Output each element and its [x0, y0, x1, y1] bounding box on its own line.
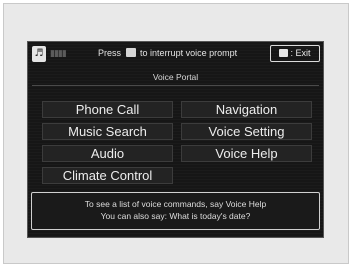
back-icon — [279, 49, 289, 57]
talk-button-icon — [125, 48, 136, 57]
signal-strength-icon: ▮▮▮▮ — [50, 49, 67, 59]
prompt-text-before: Press — [98, 48, 122, 58]
climate-control-button[interactable]: Climate Control — [42, 167, 173, 184]
voice-command-hint: To see a list of voice commands, say Voi… — [31, 192, 320, 230]
voice-portal-screen: ♬ ▮▮▮▮ Press to interrupt voice prompt :… — [27, 41, 324, 238]
phone-call-button[interactable]: Phone Call — [42, 101, 173, 118]
voice-help-button[interactable]: Voice Help — [181, 145, 312, 162]
hint-line-1: To see a list of voice commands, say Voi… — [84, 199, 267, 209]
prompt-text-after: to interrupt voice prompt — [140, 48, 238, 58]
divider — [32, 85, 319, 86]
music-search-button[interactable]: Music Search — [42, 123, 173, 140]
interrupt-prompt: Press to interrupt voice prompt — [98, 48, 237, 58]
page-title: Voice Portal — [152, 72, 199, 82]
audio-button[interactable]: Audio — [42, 145, 173, 162]
exit-label: : Exit — [290, 48, 311, 58]
microphone-icon: ♬ — [32, 46, 46, 62]
hint-line-2: You can also say: What is today's date? — [100, 211, 251, 221]
exit-button[interactable]: : Exit — [270, 45, 320, 62]
voice-setting-button[interactable]: Voice Setting — [181, 123, 312, 140]
navigation-button[interactable]: Navigation — [181, 101, 312, 118]
status-bar: ♬ ▮▮▮▮ Press to interrupt voice prompt :… — [28, 42, 323, 65]
